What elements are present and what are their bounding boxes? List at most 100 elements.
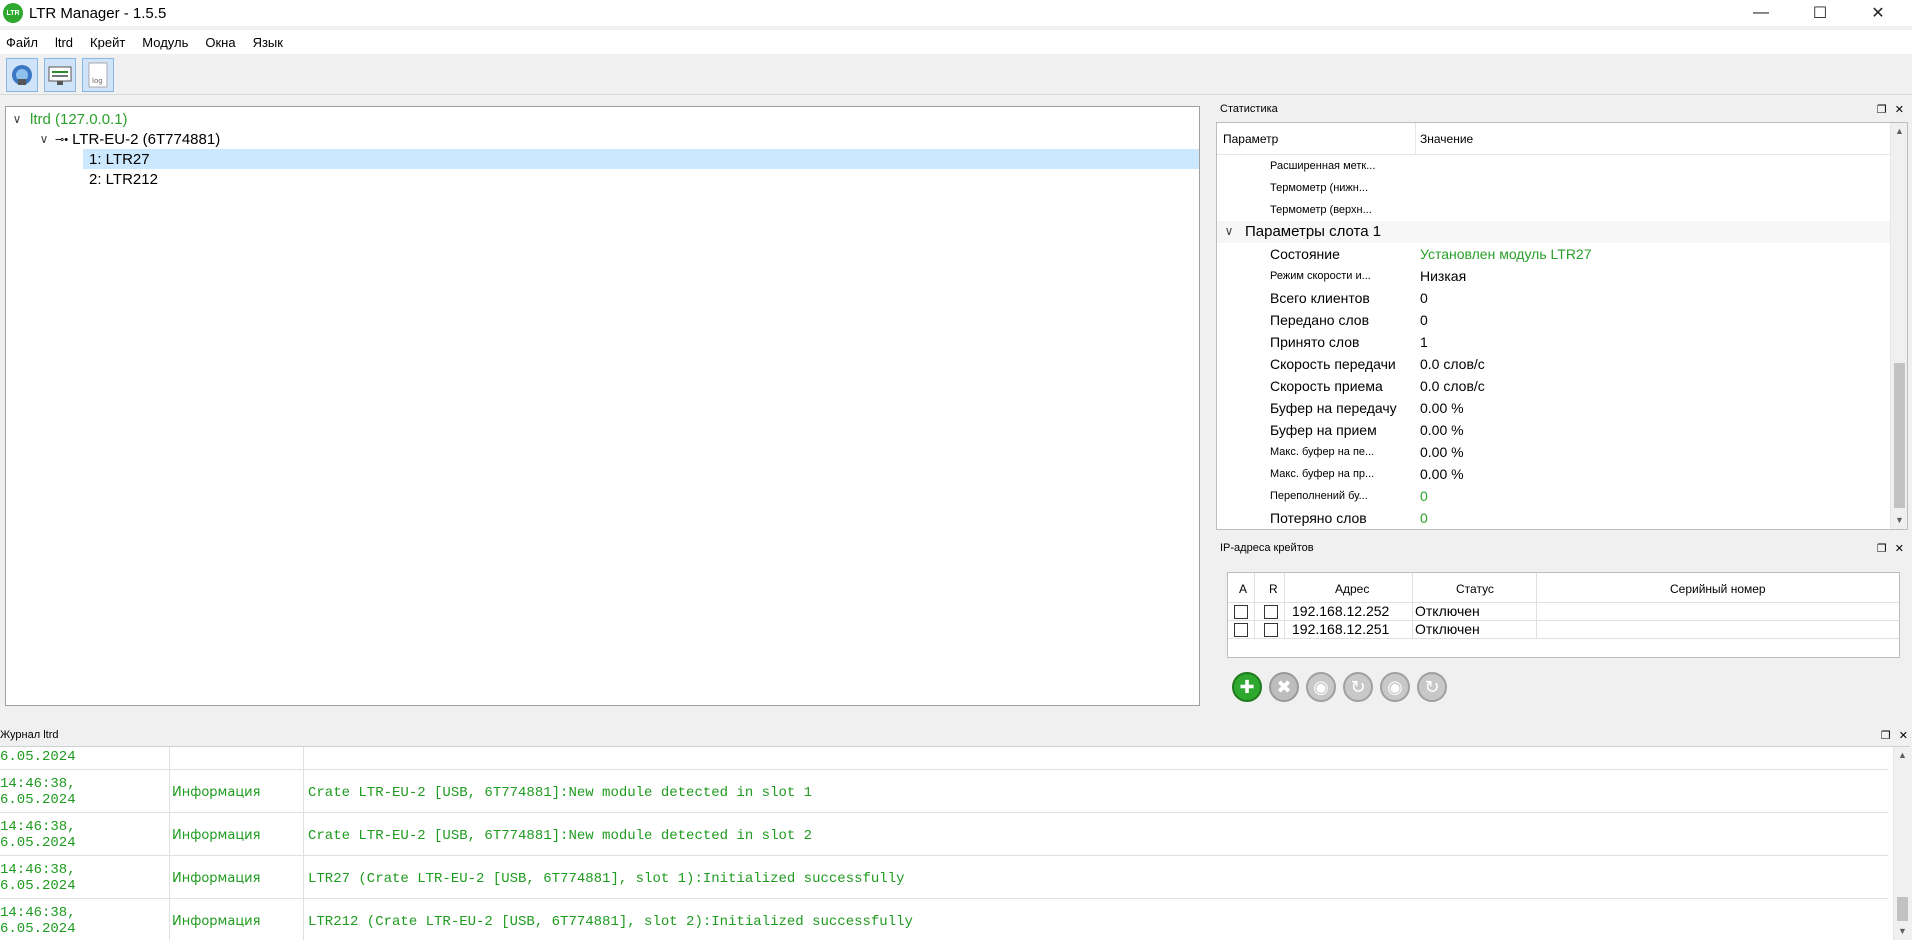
tree-node-crate[interactable]: ∨ ⊸• LTR-EU-2 (6T774881) bbox=[37, 129, 221, 149]
tree-node-module[interactable]: 1: LTR27 bbox=[83, 149, 1199, 169]
log-table: 6.05.2024 14:46:38, 6.05.2024 Информация… bbox=[0, 746, 1910, 940]
connect-button[interactable] bbox=[6, 58, 38, 92]
disconnect-ip-button[interactable]: ↻ bbox=[1343, 672, 1373, 702]
minimize-button[interactable]: — bbox=[1738, 0, 1784, 26]
connect-ip-button[interactable]: ◉ bbox=[1306, 672, 1336, 702]
close-icon[interactable]: ✕ bbox=[1895, 103, 1904, 116]
log-button[interactable]: log bbox=[82, 58, 114, 92]
log-level: Информация bbox=[172, 871, 261, 886]
menu-ltrd[interactable]: ltrd bbox=[49, 35, 84, 50]
stat-group-slot1[interactable]: ∨ Параметры слота 1 bbox=[1217, 221, 1891, 243]
maximize-button[interactable]: ☐ bbox=[1797, 0, 1843, 26]
ip-header: A R Адрес Статус Серийный номер bbox=[1228, 573, 1899, 603]
col-value[interactable]: Значение bbox=[1420, 132, 1473, 146]
remove-icon: ✖ bbox=[1276, 676, 1292, 697]
stat-value: 0 bbox=[1420, 312, 1428, 328]
menu-bar: Файл ltrd Крейт Модуль Окна Язык bbox=[0, 30, 1912, 54]
stats-header: Параметр Значение bbox=[1217, 123, 1891, 155]
col-a[interactable]: A bbox=[1239, 582, 1247, 596]
stat-row: Скорость передачи 0.0 слов/с bbox=[1217, 353, 1891, 375]
log-scrollbar[interactable]: ▲ ▼ bbox=[1893, 747, 1910, 940]
close-button[interactable]: ✕ bbox=[1855, 0, 1901, 26]
log-level: Информация bbox=[172, 828, 261, 843]
stat-value: 0.0 слов/с bbox=[1420, 356, 1485, 372]
stat-param: Режим скорости и... bbox=[1270, 270, 1371, 282]
tree-node-crate-label: LTR-EU-2 (6T774881) bbox=[72, 130, 221, 148]
chevron-down-icon[interactable]: ∨ bbox=[1222, 224, 1236, 238]
menu-module[interactable]: Модуль bbox=[136, 35, 199, 50]
ip-row[interactable]: 192.168.12.252 Отключен bbox=[1228, 603, 1899, 621]
add-ip-button[interactable]: ✚ bbox=[1232, 672, 1262, 702]
stat-value: 0.0 слов/с bbox=[1420, 378, 1485, 394]
stat-param: Состояние bbox=[1270, 246, 1340, 262]
title-bar: LTR LTR Manager - 1.5.5 — ☐ ✕ bbox=[0, 0, 1912, 26]
remove-ip-button[interactable]: ✖ bbox=[1269, 672, 1299, 702]
log-message: LTR212 (Crate LTR-EU-2 [USB, 6T774881], … bbox=[308, 914, 913, 930]
tree-node-module[interactable]: 2: LTR212 bbox=[83, 169, 158, 189]
reconnect-checkbox[interactable] bbox=[1264, 605, 1278, 619]
menu-crate[interactable]: Крейт bbox=[84, 35, 136, 50]
stat-value: 0 bbox=[1420, 488, 1428, 504]
scroll-down-icon[interactable]: ▼ bbox=[1894, 923, 1910, 940]
menu-windows[interactable]: Окна bbox=[199, 35, 246, 50]
reconnect-checkbox[interactable] bbox=[1264, 623, 1278, 637]
stats-scrollbar[interactable]: ▲ ▼ bbox=[1890, 123, 1907, 529]
scroll-thumb[interactable] bbox=[1897, 897, 1908, 921]
ip-address[interactable]: 192.168.12.251 bbox=[1292, 621, 1389, 637]
usb-icon: ⊸• bbox=[55, 133, 69, 146]
menu-file[interactable]: Файл bbox=[0, 35, 49, 50]
stat-value: 0.00 % bbox=[1420, 422, 1464, 438]
active-checkbox[interactable] bbox=[1234, 605, 1248, 619]
stat-row: Режим скорости и... Низкая bbox=[1217, 265, 1891, 287]
window-title: LTR Manager - 1.5.5 bbox=[29, 4, 167, 22]
scroll-up-icon[interactable]: ▲ bbox=[1894, 747, 1910, 764]
chevron-down-icon[interactable]: ∨ bbox=[37, 132, 51, 146]
close-icon[interactable]: ✕ bbox=[1895, 542, 1904, 555]
connect-all-button[interactable]: ◉ bbox=[1380, 672, 1410, 702]
active-checkbox[interactable] bbox=[1234, 623, 1248, 637]
col-status[interactable]: Статус bbox=[1456, 582, 1494, 596]
crate-view-icon bbox=[48, 66, 72, 85]
tree-node-ltrd-label: ltrd (127.0.0.1) bbox=[30, 110, 128, 128]
crate-view-button[interactable] bbox=[44, 58, 76, 92]
log-row: 6.05.2024 bbox=[0, 747, 1888, 770]
stat-param: Термометр (нижн... bbox=[1270, 182, 1369, 194]
scroll-up-icon[interactable]: ▲ bbox=[1891, 123, 1907, 140]
menu-language[interactable]: Язык bbox=[247, 35, 294, 50]
disconnect-all-button[interactable]: ↻ bbox=[1417, 672, 1447, 702]
log-time: 14:46:38, 6.05.2024 bbox=[0, 862, 76, 894]
stat-value: 0.00 % bbox=[1420, 466, 1464, 482]
scroll-down-icon[interactable]: ▼ bbox=[1891, 512, 1907, 529]
log-row: 14:46:38, 6.05.2024 Информация Crate LTR… bbox=[0, 770, 1888, 813]
stat-param: Макс. буфер на пр... bbox=[1270, 468, 1375, 480]
log-row: 14:46:38, 6.05.2024 Информация LTR212 (C… bbox=[0, 899, 1888, 940]
log-row: 14:46:38, 6.05.2024 Информация Crate LTR… bbox=[0, 813, 1888, 856]
tree-node-module-label: 2: LTR212 bbox=[89, 170, 158, 188]
log-icon: log bbox=[88, 62, 108, 88]
stat-value: 0.00 % bbox=[1420, 400, 1464, 416]
tree-node-ltrd[interactable]: ∨ ltrd (127.0.0.1) bbox=[10, 109, 128, 129]
stats-dock-title: Статистика ❐ ✕ bbox=[1216, 100, 1908, 118]
log-icon-label: log bbox=[92, 77, 103, 85]
close-icon[interactable]: ✕ bbox=[1899, 729, 1908, 742]
stat-row: Буфер на прием 0.00 % bbox=[1217, 419, 1891, 441]
col-r[interactable]: R bbox=[1269, 582, 1278, 596]
ip-address[interactable]: 192.168.12.252 bbox=[1292, 603, 1389, 619]
stat-value: 1 bbox=[1420, 334, 1428, 350]
stat-param: Термометр (верхн... bbox=[1270, 204, 1372, 216]
col-param[interactable]: Параметр bbox=[1223, 132, 1278, 146]
float-icon[interactable]: ❐ bbox=[1877, 542, 1887, 555]
col-serial[interactable]: Серийный номер bbox=[1670, 582, 1766, 596]
log-message: Crate LTR-EU-2 [USB, 6T774881]:New modul… bbox=[308, 785, 813, 801]
connect-icon: ◉ bbox=[1313, 676, 1329, 697]
col-address[interactable]: Адрес bbox=[1335, 582, 1369, 596]
float-icon[interactable]: ❐ bbox=[1877, 103, 1887, 116]
stat-row: Переполнений бу... 0 bbox=[1217, 485, 1891, 507]
float-icon[interactable]: ❐ bbox=[1881, 729, 1891, 742]
stat-param: Всего клиентов bbox=[1270, 290, 1370, 306]
ip-row[interactable]: 192.168.12.251 Отключен bbox=[1228, 621, 1899, 639]
chevron-down-icon[interactable]: ∨ bbox=[10, 112, 24, 126]
stat-value: 0.00 % bbox=[1420, 444, 1464, 460]
scroll-thumb[interactable] bbox=[1894, 363, 1905, 508]
log-level: Информация bbox=[172, 785, 261, 800]
